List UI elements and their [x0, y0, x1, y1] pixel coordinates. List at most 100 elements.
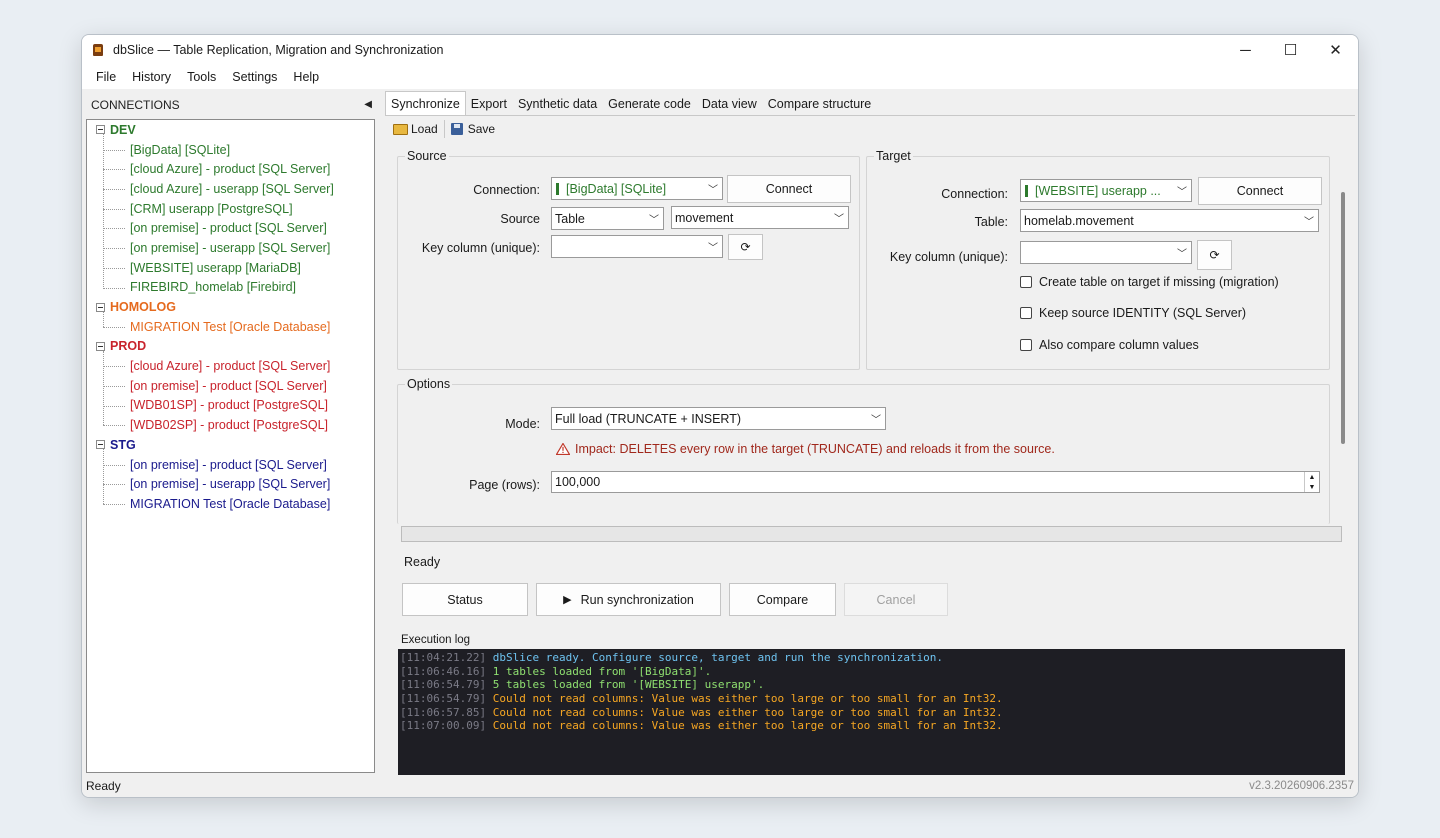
menu-history[interactable]: History [124, 70, 179, 84]
spin-down-icon[interactable]: ▼ [1309, 484, 1316, 491]
source-object-select[interactable]: movement ﹀ [671, 206, 849, 229]
run-synchronization-label: Run synchronization [580, 592, 694, 607]
status-button[interactable]: Status [402, 583, 528, 616]
tree-group-label: PROD [110, 339, 147, 354]
source-connection-value: [BigData] [SQLite] [566, 181, 667, 196]
options-group: Options Mode: Full load (TRUNCATE + INSE… [397, 377, 1330, 524]
page-rows-input[interactable]: 100,000 ▲ ▼ [551, 471, 1320, 493]
source-legend: Source [405, 149, 449, 163]
warning-icon [556, 443, 570, 455]
collapse-node-icon[interactable] [96, 440, 105, 450]
target-key-select[interactable]: ﹀ [1020, 241, 1192, 264]
collapse-node-icon[interactable] [96, 341, 105, 351]
compare-values-checkbox[interactable]: Also compare column values [1020, 338, 1199, 352]
connections-tree[interactable]: DEV [BigData] [SQLite] [cloud Azure] - pro… [86, 119, 375, 773]
window-title: dbSlice — Table Replication, Migration a… [113, 43, 444, 57]
tree-item[interactable]: [BigData] [SQLite] [87, 140, 374, 160]
keep-identity-checkbox[interactable]: Keep source IDENTITY (SQL Server) [1020, 306, 1246, 320]
checkbox-box[interactable] [1020, 307, 1032, 319]
tree-item[interactable]: [on premise] - userapp [SQL Server] [87, 238, 374, 258]
tree-item[interactable]: [WEBSITE] userapp [MariaDB] [87, 258, 374, 278]
menu-file[interactable]: File [88, 70, 124, 84]
tab-data-view[interactable]: Data view [697, 93, 763, 115]
minimize-button[interactable]: ─ [1223, 35, 1268, 65]
maximize-button[interactable]: ☐ [1268, 35, 1313, 65]
tree-item[interactable]: [cloud Azure] - product [SQL Server] [87, 159, 374, 179]
save-disk-icon [450, 123, 463, 135]
connections-title: CONNECTIONS [91, 98, 180, 112]
tree-group-header[interactable]: DEV [87, 120, 374, 140]
cancel-button[interactable]: Cancel [844, 583, 948, 616]
tree-item[interactable]: [on premise] - userapp [SQL Server] [87, 474, 374, 494]
source-connect-button[interactable]: Connect [727, 175, 851, 203]
collapse-node-icon[interactable] [96, 302, 105, 312]
execution-log-title: Execution log [401, 634, 471, 646]
spin-up-icon[interactable]: ▲ [1309, 474, 1316, 481]
tree-item[interactable]: MIGRATION Test [Oracle Database] [87, 494, 374, 514]
tab-bar: Synchronize Export Synthetic data Genera… [385, 91, 877, 115]
menu-tools[interactable]: Tools [179, 70, 224, 84]
tree-item[interactable]: [on premise] - product [SQL Server] [87, 376, 374, 396]
source-connection-label: Connection: [473, 183, 540, 197]
tree-item[interactable]: [cloud Azure] - product [SQL Server] [87, 356, 374, 376]
log-message: Could not read columns: Value was either… [492, 719, 1003, 733]
panel-scrollbar[interactable] [1341, 192, 1345, 444]
run-synchronization-button[interactable]: ▶ Run synchronization [536, 583, 721, 616]
target-table-select[interactable]: homelab.movement ﹀ [1020, 209, 1319, 232]
tree-group-header[interactable]: PROD [87, 337, 374, 357]
log-timestamp: [11:06:54.79] [400, 678, 487, 692]
tree-item[interactable]: [CRM] userapp [PostgreSQL] [87, 199, 374, 219]
log-line: [11:06:57.85] Could not read columns: Va… [400, 706, 1345, 720]
mode-select[interactable]: Full load (TRUNCATE + INSERT) ﹀ [551, 407, 886, 430]
tree-item[interactable]: [on premise] - product [SQL Server] [87, 455, 374, 475]
menu-help[interactable]: Help [285, 70, 327, 84]
keep-identity-label: Keep source IDENTITY (SQL Server) [1039, 306, 1247, 320]
connections-header: CONNECTIONS ◀ [82, 93, 380, 117]
checkbox-box[interactable] [1020, 276, 1032, 288]
collapse-sidebar-icon[interactable]: ◀ [364, 99, 372, 110]
tree-group-homolog: HOMOLOG MIGRATION Test [Oracle Database] [87, 297, 374, 336]
menu-settings[interactable]: Settings [224, 70, 285, 84]
tab-compare-structure[interactable]: Compare structure [763, 93, 878, 115]
impact-text: Impact: DELETES every row in the target … [575, 442, 1055, 456]
tree-item[interactable]: [on premise] - product [SQL Server] [87, 218, 374, 238]
checkbox-box[interactable] [1020, 339, 1032, 351]
source-refresh-button[interactable]: ⟳ [728, 234, 763, 260]
load-button[interactable]: Load [389, 122, 442, 136]
collapse-node-icon[interactable] [96, 125, 105, 135]
tree-group-prod: PROD [cloud Azure] - product [SQL Server]… [87, 337, 374, 435]
tab-synthetic-data[interactable]: Synthetic data [513, 93, 603, 115]
status-connected-icon [1025, 184, 1028, 197]
load-label: Load [411, 122, 438, 136]
tree-item[interactable]: MIGRATION Test [Oracle Database] [87, 317, 374, 337]
execution-log[interactable]: [11:04:21.22] dbSlice ready. Configure s… [398, 649, 1345, 796]
close-button[interactable]: ✕ [1313, 35, 1358, 65]
tree-group-label: DEV [110, 122, 136, 137]
tab-generate-code[interactable]: Generate code [603, 93, 697, 115]
create-table-checkbox[interactable]: Create table on target if missing (migra… [1020, 275, 1279, 289]
tree-group-header[interactable]: STG [87, 435, 374, 455]
target-refresh-button[interactable]: ⟳ [1197, 240, 1232, 270]
target-connection-value: [WEBSITE] userapp ... [1035, 183, 1161, 198]
source-type-select[interactable]: Table ﹀ [551, 207, 664, 230]
tab-export[interactable]: Export [466, 93, 513, 115]
title-bar: dbSlice — Table Replication, Migration a… [82, 35, 1358, 65]
tree-group-header[interactable]: HOMOLOG [87, 297, 374, 317]
source-connection-select[interactable]: [BigData] [SQLite] ﹀ [551, 177, 723, 200]
compare-button[interactable]: Compare [729, 583, 836, 616]
target-group: Target Connection: [WEBSITE] userapp ...… [866, 149, 1330, 370]
tree-item[interactable]: [WDB01SP] - product [PostgreSQL] [87, 396, 374, 416]
source-key-select[interactable]: ﹀ [551, 235, 723, 258]
log-message: 5 tables loaded from '[WEBSITE] userapp'… [492, 678, 765, 692]
refresh-icon: ⟳ [1209, 248, 1220, 262]
impact-warning: Impact: DELETES every row in the target … [556, 442, 1055, 456]
tree-item[interactable]: [WDB02SP] - product [PostgreSQL] [87, 415, 374, 435]
page-rows-spinner[interactable]: ▲ ▼ [1304, 472, 1319, 492]
target-connect-button[interactable]: Connect [1198, 177, 1322, 205]
tree-item[interactable]: [cloud Azure] - userapp [SQL Server] [87, 179, 374, 199]
target-connection-select[interactable]: [WEBSITE] userapp ... ﹀ [1020, 179, 1192, 202]
log-message: Could not read columns: Value was either… [492, 692, 1003, 706]
save-button[interactable]: Save [447, 122, 499, 136]
tab-synchronize[interactable]: Synchronize [385, 91, 466, 115]
tree-item[interactable]: FIREBIRD_homelab [Firebird] [87, 278, 374, 298]
